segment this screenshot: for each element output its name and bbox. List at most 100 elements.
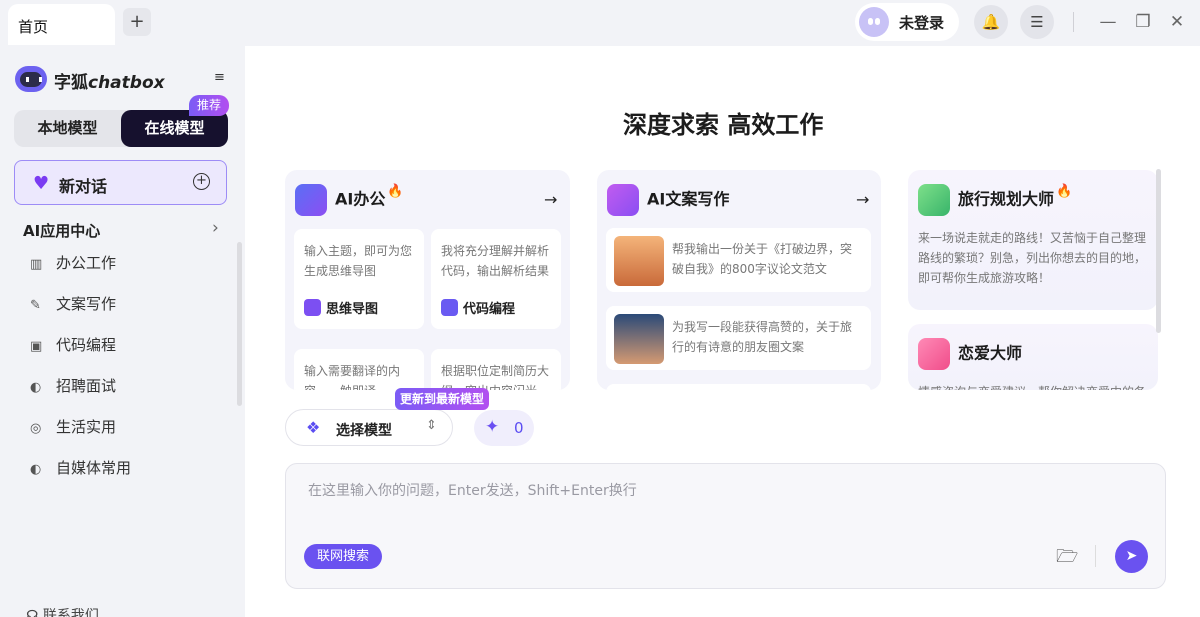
plus-circle-icon: + — [193, 173, 210, 190]
writing-item[interactable]: 为我写一段能获得高赞的，关于旅行的有诗意的朋友圈文案 — [606, 306, 871, 370]
recommend-badge: 推荐 — [189, 95, 230, 116]
love-app-icon — [918, 338, 950, 370]
writing-item[interactable]: 帮我输出一份关于《打破边界，突破自我》的800字议论文范文 — [606, 228, 871, 292]
input-divider — [1095, 545, 1096, 567]
local-model-tab[interactable]: 本地模型 — [14, 110, 121, 147]
web-search-button[interactable]: 联网搜索 — [304, 544, 383, 569]
ai-writing-label: AI文案写作 — [647, 189, 730, 209]
airplane-window-thumbnail — [614, 314, 664, 364]
new-chat-button[interactable]: ♥ 新对话 + — [14, 160, 227, 205]
sidebar-item-life[interactable]: ◎ 生活实用 — [30, 416, 116, 440]
bell-icon[interactable]: 🔔 — [974, 5, 1008, 39]
minimize-button[interactable]: — — [1096, 10, 1120, 34]
sidebar-item-media[interactable]: ◐ 自媒体常用 — [30, 457, 131, 481]
ai-writing-panel: AI文案写作 → 帮我输出一份关于《打破边界，突破自我》的800字议论文范文 为… — [597, 170, 881, 390]
list-icon[interactable]: ☰ — [1020, 5, 1054, 39]
arrow-right-icon[interactable]: → — [544, 190, 557, 209]
brand-suffix: chatbox — [88, 73, 165, 93]
sidebar-item-recruit[interactable]: ◐ 招聘面试 — [30, 375, 116, 399]
close-button[interactable]: ✕ — [1165, 10, 1189, 34]
tab-home[interactable]: 首页 — [8, 4, 115, 45]
card-title: 思维导图 — [304, 298, 378, 317]
sidebar-item-label: 生活实用 — [56, 418, 117, 436]
card-title-text: 思维导图 — [326, 302, 379, 317]
writing-item-text: 为我写一段能获得高赞的，关于旅行的有诗意的朋友圈文案 — [672, 320, 853, 354]
sidebar-item-label: 文案写作 — [56, 295, 117, 313]
card-desc: 输入主题，即可为您生成思维导图 — [304, 244, 413, 278]
travel-planner-card[interactable]: 旅行规划大师 🔥 来一场说走就走的路线！又苦恼于自己整理路线的繁琐？别急，列出你想… — [908, 170, 1158, 310]
media-icon: ◐ — [30, 462, 42, 477]
chevron-right-icon[interactable]: › — [212, 218, 219, 238]
brand-prefix: 字狐 — [54, 73, 88, 93]
chat-input[interactable] — [308, 478, 1128, 504]
sidebar-item-label: 办公工作 — [56, 254, 117, 272]
travel-label: 旅行规划大师 — [958, 189, 1055, 209]
logo-icon — [15, 66, 47, 92]
arrow-right-icon[interactable]: → — [856, 190, 869, 209]
travel-app-icon — [918, 184, 950, 216]
sunset-thumbnail — [614, 236, 664, 286]
sidebar-item-coding[interactable]: ▣ 代码编程 — [30, 334, 116, 358]
select-model-button[interactable]: ❖ 选择模型 ⇕ — [285, 409, 453, 446]
card-desc: 我将充分理解并解析代码，输出解析结果 — [441, 244, 550, 278]
send-button[interactable]: ➤ — [1115, 540, 1148, 573]
briefcase-icon: ▥ — [30, 257, 43, 272]
love-label: 恋爱大师 — [958, 343, 1023, 363]
writing-item-text: 帮我输出一份关于《打破边界，突破自我》的800字议论文范文 — [672, 242, 853, 276]
mindmap-card[interactable]: 输入主题，即可为您生成思维导图 思维导图 — [294, 229, 424, 329]
love-title: 恋爱大师 — [918, 338, 1022, 370]
title-bar: 首页 + 未登录 🔔 ☰ — ❐ ✕ — [0, 0, 1200, 46]
heart-icon: ♥ — [33, 173, 50, 194]
mindmap-icon — [304, 299, 321, 316]
writing-item[interactable] — [606, 384, 871, 390]
card-desc: 输入需要翻译的内容，一触即译 — [304, 364, 401, 390]
page-title: 深度求索 高效工作 — [623, 111, 824, 139]
tab-home-label: 首页 — [18, 18, 49, 36]
love-master-card[interactable]: 恋爱大师 情感咨询与恋爱建议，帮你解决恋爱中的各种困惑 — [908, 324, 1158, 390]
fire-icon: 🔥 — [1056, 184, 1073, 199]
brand-name: 字狐chatbox — [54, 68, 165, 93]
card-title-text: 代码编程 — [463, 302, 516, 317]
office-app-icon — [295, 184, 327, 216]
title-divider — [1073, 12, 1074, 32]
card-desc: 根据职位定制简历大纲，突出内容闪光 — [441, 364, 550, 390]
spark-points-button[interactable]: ✦ 0 — [474, 410, 534, 446]
location-icon: ◎ — [30, 421, 42, 436]
ai-office-label: AI办公 — [335, 189, 386, 209]
writing-app-icon — [607, 184, 639, 216]
collapse-sidebar-icon[interactable]: ≡ — [214, 70, 225, 85]
travel-title: 旅行规划大师 🔥 — [918, 184, 1072, 216]
resume-card[interactable]: 根据职位定制简历大纲，突出内容闪光 — [431, 349, 561, 390]
sidebar-scrollbar[interactable] — [237, 242, 242, 406]
folder-icon[interactable]: 🗁 — [1056, 544, 1078, 574]
model-dots-icon: ❖ — [306, 418, 321, 437]
terminal-icon: ▣ — [30, 339, 43, 354]
sidebar-item-office[interactable]: ▥ 办公工作 — [30, 252, 116, 276]
updown-icon: ⇕ — [426, 418, 437, 433]
palette-icon: ◐ — [30, 380, 42, 395]
main-area: 深度求索 高效工作 AI办公 🔥 → 输入主题，即可为您生成思维导图 思维导图 我… — [245, 46, 1200, 617]
chat-input-box: 联网搜索 🗁 ➤ — [285, 463, 1166, 589]
spark-count: 0 — [514, 419, 524, 437]
login-status: 未登录 — [899, 14, 945, 32]
contact-us-link[interactable]: ☊ 联系我们 — [26, 605, 99, 617]
restore-button[interactable]: ❐ — [1131, 10, 1155, 34]
code-card[interactable]: 我将充分理解并解析代码，输出解析结果 代码编程 — [431, 229, 561, 329]
panel-scrollbar[interactable] — [1156, 169, 1161, 333]
ai-writing-title[interactable]: AI文案写作 — [607, 184, 729, 216]
fire-icon: 🔥 — [387, 184, 404, 199]
sidebar-item-writing[interactable]: ✎ 文案写作 — [30, 293, 116, 317]
ai-office-title[interactable]: AI办公 🔥 — [295, 184, 404, 216]
sidebar-item-label: 自媒体常用 — [56, 459, 132, 477]
pen-icon: ✎ — [30, 298, 41, 313]
ai-app-center-title[interactable]: AI应用中心 — [23, 220, 100, 241]
update-model-badge[interactable]: 更新到最新模型 — [395, 388, 490, 410]
new-tab-button[interactable]: + — [123, 8, 151, 36]
login-button[interactable]: 未登录 — [855, 3, 959, 41]
card-title: 代码编程 — [441, 298, 515, 317]
new-chat-label: 新对话 — [59, 177, 108, 196]
sidebar-item-label: 招聘面试 — [56, 377, 117, 395]
select-model-label: 选择模型 — [336, 423, 392, 439]
translate-card[interactable]: 输入需要翻译的内容，一触即译 — [294, 349, 424, 390]
sparkle-icon: ✦ — [485, 417, 500, 437]
